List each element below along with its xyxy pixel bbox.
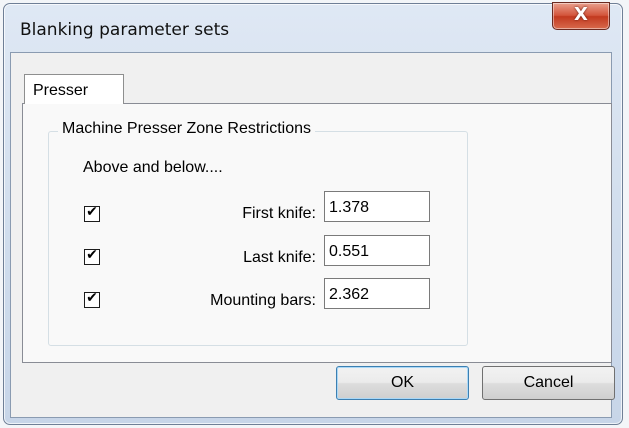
close-icon: X: [574, 4, 588, 25]
checkmark-icon: ✔: [86, 247, 98, 263]
first-knife-label: First knife:: [242, 205, 316, 222]
first-knife-field[interactable]: [324, 191, 430, 222]
first-knife-checkbox[interactable]: ✔: [84, 204, 100, 222]
tab-presser[interactable]: Presser: [24, 74, 124, 104]
mounting-bars-field[interactable]: [324, 278, 430, 309]
ok-button[interactable]: OK: [336, 366, 469, 400]
mounting-bars-label: Mounting bars:: [210, 292, 316, 309]
last-knife-field[interactable]: [324, 235, 430, 266]
last-knife-label: Last knife:: [243, 249, 316, 266]
tab-presser-label: Presser: [33, 82, 89, 99]
cancel-button[interactable]: Cancel: [482, 366, 615, 400]
checkmark-icon: ✔: [86, 290, 98, 306]
last-knife-checkbox[interactable]: ✔: [84, 247, 100, 265]
checkmark-icon: ✔: [86, 204, 98, 220]
groupbox-legend: Machine Presser Zone Restrictions: [58, 120, 315, 138]
mounting-bars-checkbox[interactable]: ✔: [84, 290, 100, 308]
window-title: Blanking parameter sets: [20, 20, 230, 40]
close-button[interactable]: X: [552, 2, 610, 30]
above-below-label: Above and below....: [83, 159, 223, 176]
